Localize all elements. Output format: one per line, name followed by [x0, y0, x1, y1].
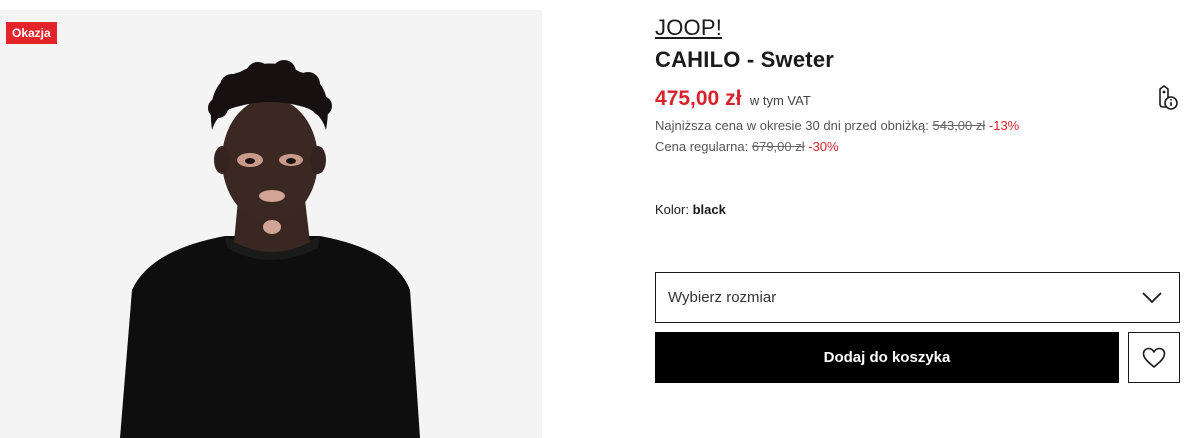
- regular-price-line: Cena regularna: 679,00 zł -30%: [655, 139, 839, 154]
- chevron-down-icon: [1142, 291, 1162, 303]
- regular-price-label: Cena regularna:: [655, 139, 749, 154]
- lowest-price-discount: -13%: [988, 118, 1020, 133]
- lowest-price-label: Najniższa cena w okresie 30 dni przed ob…: [655, 118, 929, 133]
- brand-link[interactable]: JOOP!: [655, 15, 722, 41]
- wishlist-button[interactable]: [1128, 332, 1180, 383]
- vat-note: w tym VAT: [749, 93, 811, 108]
- color-label: Kolor:: [655, 202, 689, 217]
- model-photo: [0, 10, 542, 438]
- sale-badge: Okazja: [6, 22, 57, 44]
- lowest-price-value: 543,00 zł: [932, 118, 986, 133]
- add-to-cart-button[interactable]: Dodaj do koszyka: [655, 332, 1119, 383]
- price-tag-info-icon[interactable]: [1154, 84, 1180, 112]
- current-price: 475,00 zł: [655, 87, 742, 110]
- color-value: black: [692, 202, 726, 217]
- price-row: 475,00 zł w tym VAT: [655, 87, 811, 111]
- product-title: CAHILO - Sweter: [655, 47, 835, 72]
- regular-price-value: 679,00 zł: [751, 139, 805, 154]
- lowest-price-line: Najniższa cena w okresie 30 dni przed ob…: [655, 118, 1019, 133]
- size-select-placeholder: Wybierz rozmiar: [668, 289, 777, 306]
- product-image[interactable]: Okazja: [0, 10, 542, 438]
- regular-price-discount: -30%: [808, 139, 839, 154]
- color-row: Kolor: black: [655, 202, 726, 217]
- product-info: JOOP! CAHILO - Sweter 475,00 zł w tym VA…: [655, 0, 1180, 438]
- heart-icon: [1142, 347, 1166, 368]
- size-select[interactable]: Wybierz rozmiar: [655, 272, 1180, 323]
